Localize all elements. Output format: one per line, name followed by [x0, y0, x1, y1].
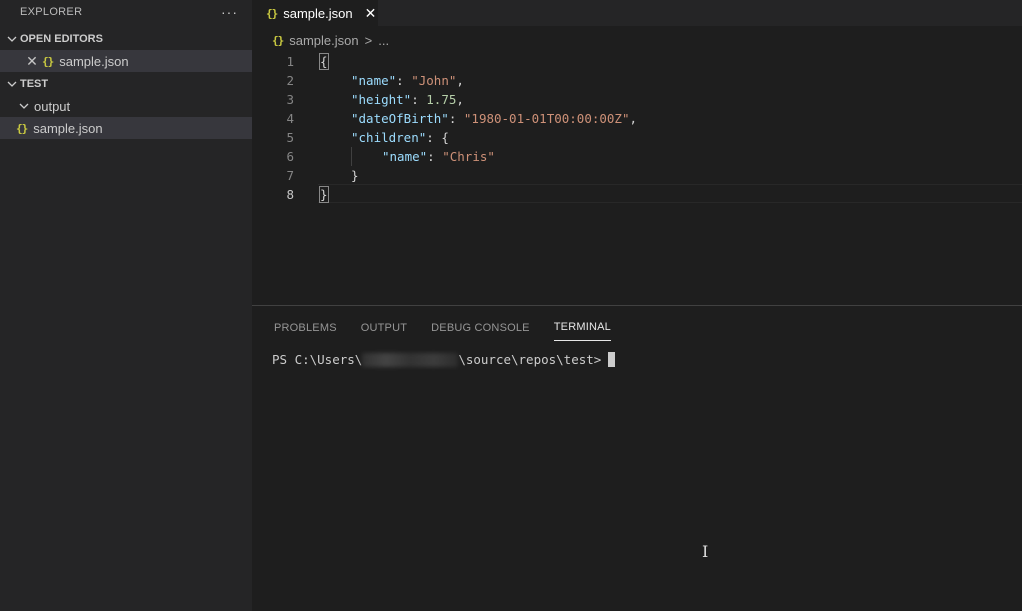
code-token: {	[319, 53, 329, 70]
line-number: 4	[286, 111, 294, 126]
explorer-title: EXPLORER	[20, 6, 83, 18]
code-line: 6 "name": "Chris"	[252, 147, 1022, 166]
code-token: "John"	[411, 73, 457, 88]
explorer-sidebar: EXPLORER ··· OPEN EDITORS ✕ {} sample.js…	[0, 0, 252, 611]
json-file-icon: {}	[272, 33, 284, 47]
chevron-down-icon	[4, 31, 20, 47]
explorer-header: EXPLORER ···	[0, 0, 252, 24]
chevron-down-icon	[16, 98, 32, 114]
prompt-prefix: PS C:\Users\	[272, 352, 363, 367]
line-number: 7	[286, 168, 294, 183]
editor-tabbar: {} sample.json ✕	[252, 0, 1022, 26]
line-number: 8	[286, 187, 294, 202]
close-icon[interactable]: ✕	[24, 53, 40, 70]
json-file-icon: {}	[266, 6, 278, 20]
line-number: 2	[286, 73, 294, 88]
chevron-down-icon	[4, 76, 20, 92]
breadcrumb: {} sample.json > ...	[272, 31, 389, 49]
code-line: 3 "height": 1.75,	[252, 90, 1022, 109]
code-token: 1.75	[426, 92, 457, 107]
code-token: "Chris"	[442, 149, 495, 164]
line-number: 3	[286, 92, 294, 107]
breadcrumb-file[interactable]: sample.json	[289, 33, 358, 48]
close-icon[interactable]: ✕	[365, 5, 377, 22]
line-number: 1	[286, 54, 294, 69]
code-token: "height"	[351, 92, 412, 107]
code-line: 8 }	[252, 185, 1022, 204]
code-token: "1980-01-01T00:00:00Z"	[463, 111, 630, 126]
terminal-cursor	[608, 352, 616, 367]
mouse-ibeam-cursor: I	[702, 542, 709, 561]
line-number: 6	[286, 149, 294, 164]
open-editors-section[interactable]: OPEN EDITORS	[0, 28, 252, 50]
tree-item-label: sample.json	[33, 120, 103, 136]
folder-title: TEST	[20, 78, 49, 90]
json-file-icon: {}	[16, 121, 28, 135]
tab-output[interactable]: OUTPUT	[361, 314, 407, 341]
more-actions-icon[interactable]: ···	[221, 5, 238, 19]
code-token: }	[351, 168, 359, 183]
code-token: "children"	[351, 130, 427, 145]
redacted-username	[362, 352, 459, 367]
tab-sample-json[interactable]: {} sample.json ✕	[252, 0, 378, 26]
code-token: }	[319, 186, 329, 203]
terminal-prompt[interactable]: PS C:\Users\ \source\repos\test>	[272, 352, 616, 367]
breadcrumb-separator: >	[364, 32, 373, 48]
open-editors-title: OPEN EDITORS	[20, 33, 103, 45]
json-file-icon: {}	[42, 54, 54, 68]
breadcrumb-more[interactable]: ...	[378, 33, 389, 48]
code-line: 5 "children": {	[252, 128, 1022, 147]
code-editor[interactable]: 1 { 2 "name": "John", 3 "height": 1.75, …	[252, 52, 1022, 302]
bottom-panel: PROBLEMS OUTPUT DEBUG CONSOLE TERMINAL P…	[252, 305, 1022, 611]
code-token: "name"	[351, 73, 397, 88]
code-line: 4 "dateOfBirth": "1980-01-01T00:00:00Z",	[252, 109, 1022, 128]
tab-terminal[interactable]: TERMINAL	[553, 314, 611, 341]
prompt-suffix: \source\repos\test>	[458, 352, 602, 367]
tree-item-sample-json[interactable]: {} sample.json	[0, 117, 252, 139]
panel-tabs: PROBLEMS OUTPUT DEBUG CONSOLE TERMINAL	[274, 314, 611, 341]
tab-label: sample.json	[283, 5, 353, 21]
tree-item-label: output	[34, 98, 71, 114]
tab-problems[interactable]: PROBLEMS	[274, 314, 337, 341]
code-token: "dateOfBirth"	[351, 111, 449, 126]
line-number: 5	[286, 130, 294, 145]
code-line: 7 }	[252, 166, 1022, 185]
code-line: 1 {	[252, 52, 1022, 71]
code-line: 2 "name": "John",	[252, 71, 1022, 90]
open-editor-label: sample.json	[59, 53, 129, 69]
folder-section-test[interactable]: TEST	[0, 73, 252, 95]
code-token: "name"	[382, 149, 428, 164]
tab-debug-console[interactable]: DEBUG CONSOLE	[431, 314, 530, 341]
tree-item-output[interactable]: output	[0, 95, 252, 117]
code-token: {	[441, 130, 449, 145]
open-editor-item[interactable]: ✕ {} sample.json	[0, 50, 252, 72]
